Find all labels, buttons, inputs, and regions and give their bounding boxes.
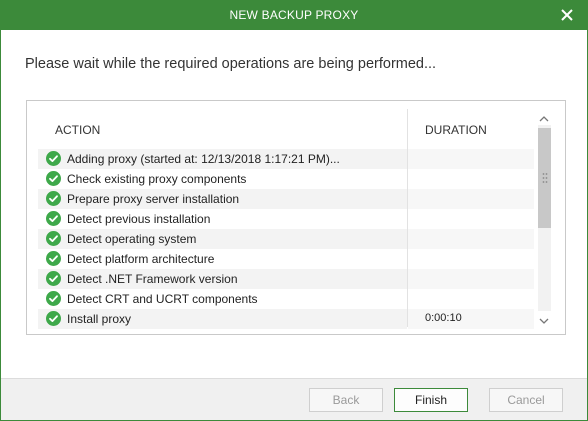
duration-cell (408, 149, 534, 169)
action-label: Install proxy (67, 312, 132, 326)
action-label: Detect platform architecture (67, 252, 215, 266)
table-row[interactable]: Prepare proxy server installation (38, 189, 534, 209)
action-label: Detect operating system (67, 232, 197, 246)
duration-cell (408, 209, 534, 229)
operations-grid: ACTION DURATION Adding proxy (started at… (27, 101, 535, 334)
cancel-button[interactable]: Cancel (489, 388, 563, 412)
check-circle-icon (46, 231, 61, 246)
table-row[interactable]: Detect CRT and UCRT components (38, 289, 534, 309)
action-label: Check existing proxy components (67, 172, 247, 186)
duration-cell (408, 229, 534, 249)
action-label: Prepare proxy server installation (67, 192, 240, 206)
vertical-scrollbar[interactable] (535, 111, 553, 324)
check-circle-icon (46, 191, 61, 206)
action-label: Detect previous installation (67, 212, 211, 226)
check-circle-icon (46, 151, 61, 166)
chevron-up-icon[interactable] (538, 111, 550, 122)
action-label: Detect .NET Framework version (67, 272, 238, 286)
column-header-duration[interactable]: DURATION (425, 123, 487, 137)
back-button[interactable]: Back (309, 388, 383, 412)
check-circle-icon (46, 291, 61, 306)
duration-cell (408, 189, 534, 209)
duration-cell (408, 269, 534, 289)
progress-message: Please wait while the required operation… (25, 56, 437, 72)
action-label: Adding proxy (started at: 12/13/2018 1:1… (67, 152, 340, 166)
title-bar: NEW BACKUP PROXY (1, 1, 587, 30)
table-row[interactable]: Install proxy 0:00:10 (38, 309, 534, 329)
check-circle-icon (46, 211, 61, 226)
table-row[interactable]: Detect operating system (38, 229, 534, 249)
duration-cell (408, 289, 534, 309)
chevron-down-icon[interactable] (538, 313, 550, 324)
table-row[interactable]: Detect .NET Framework version (38, 269, 534, 289)
table-row[interactable]: Adding proxy (started at: 12/13/2018 1:1… (38, 149, 534, 169)
check-circle-icon (46, 271, 61, 286)
column-header-action[interactable]: ACTION (55, 123, 100, 137)
duration-cell (408, 249, 534, 269)
finish-button[interactable]: Finish (394, 388, 468, 412)
window-title: NEW BACKUP PROXY (229, 8, 359, 22)
new-backup-proxy-dialog: NEW BACKUP PROXY Please wait while the r… (0, 0, 588, 421)
dialog-footer: Back Finish Cancel (1, 379, 587, 420)
check-circle-icon (46, 171, 61, 186)
table-row[interactable]: Detect previous installation (38, 209, 534, 229)
action-label: Detect CRT and UCRT components (67, 292, 258, 306)
check-circle-icon (46, 251, 61, 266)
scrollbar-thumb[interactable] (538, 128, 551, 228)
duration-value: 0:00:10 (425, 312, 462, 324)
grip-icon (542, 173, 548, 183)
check-circle-icon (46, 311, 61, 326)
table-row[interactable]: Check existing proxy components (38, 169, 534, 189)
close-icon[interactable] (559, 7, 575, 23)
operations-panel: ACTION DURATION Adding proxy (started at… (26, 100, 566, 335)
duration-cell (408, 169, 534, 189)
table-row[interactable]: Detect platform architecture (38, 249, 534, 269)
operations-rows: Adding proxy (started at: 12/13/2018 1:1… (38, 149, 534, 329)
